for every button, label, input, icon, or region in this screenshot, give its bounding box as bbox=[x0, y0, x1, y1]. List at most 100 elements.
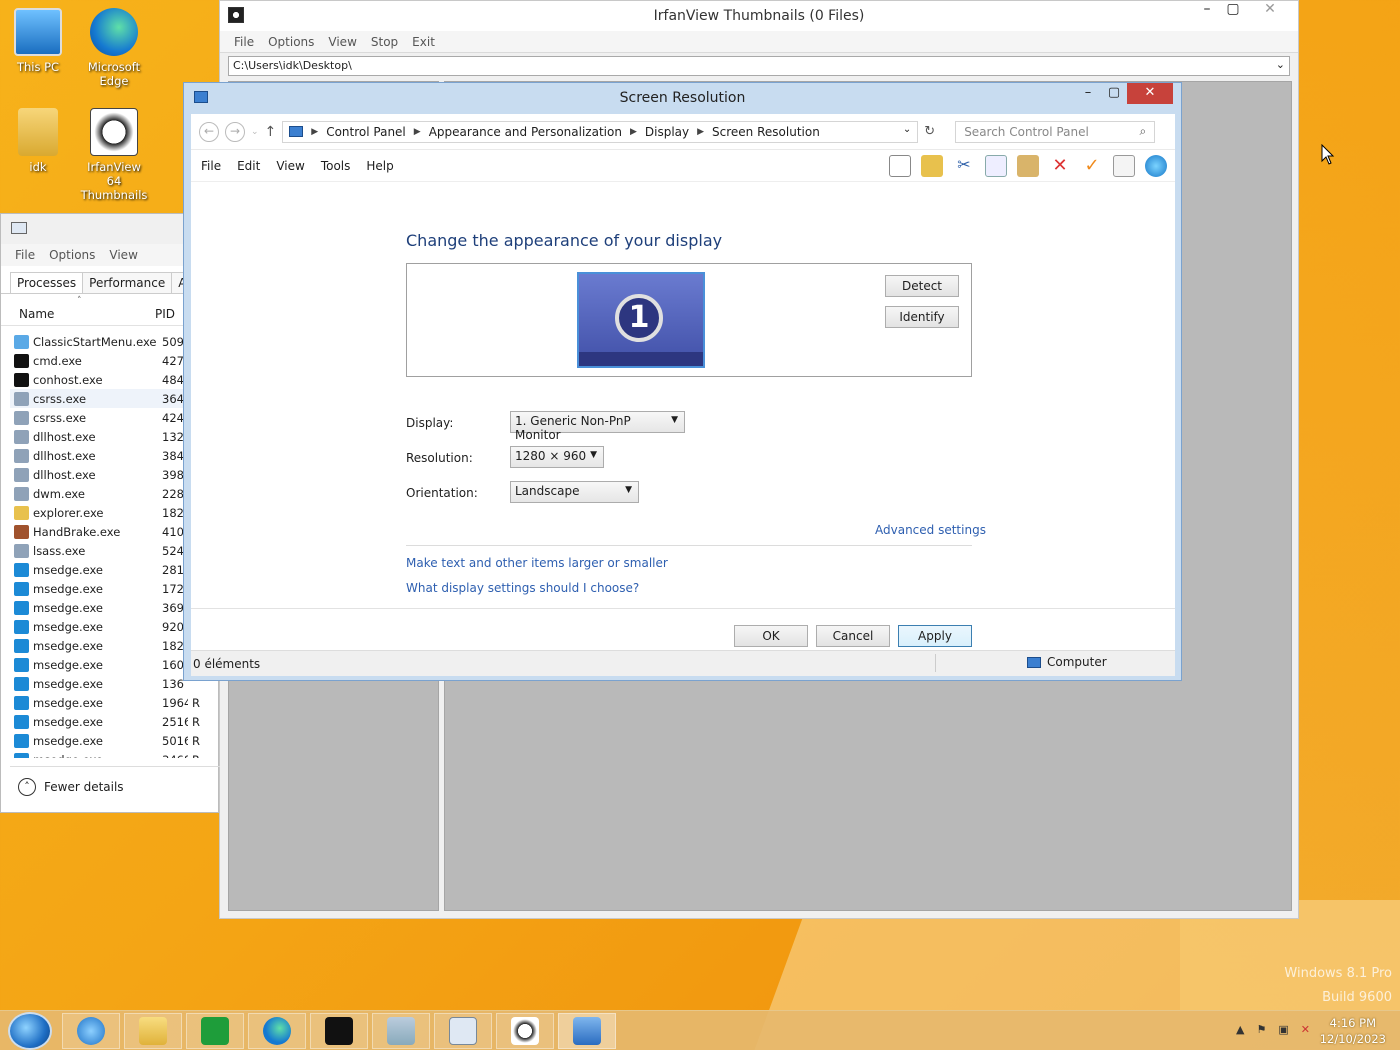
divider bbox=[406, 545, 972, 546]
path-combobox[interactable]: C:\Users\idk\Desktop\ ⌄ bbox=[228, 56, 1290, 76]
table-row[interactable]: msedge.exe 2516 R bbox=[10, 712, 220, 731]
watermark-build: Build 9600 bbox=[1322, 990, 1392, 1005]
text-size-link[interactable]: Make text and other items larger or smal… bbox=[406, 556, 668, 570]
display-settings-content: Change the appearance of your display 1 … bbox=[191, 183, 1175, 608]
menu-view[interactable]: View bbox=[328, 35, 356, 49]
menu-stop[interactable]: Stop bbox=[371, 35, 398, 49]
refresh-icon[interactable]: ↻ bbox=[924, 124, 935, 139]
menu-options[interactable]: Options bbox=[49, 248, 95, 262]
menu-help[interactable]: Help bbox=[366, 159, 393, 173]
desktop-icon-irfanview[interactable]: IrfanView 64 Thumbnails bbox=[78, 108, 150, 202]
process-name: explorer.exe bbox=[33, 505, 104, 520]
menu-view[interactable]: View bbox=[109, 248, 137, 262]
close-button[interactable]: ✕ bbox=[1250, 1, 1290, 25]
menu-view[interactable]: View bbox=[276, 159, 304, 173]
taskbar-edge[interactable] bbox=[248, 1013, 306, 1049]
breadcrumb-screen-resolution[interactable]: Screen Resolution bbox=[712, 125, 820, 139]
column-pid[interactable]: PID bbox=[155, 307, 175, 321]
tab-performance[interactable]: Performance bbox=[82, 272, 173, 293]
desktop-icon-idk[interactable]: idk bbox=[2, 108, 74, 174]
orientation-select[interactable]: Landscape ▼ bbox=[510, 481, 639, 503]
menu-exit[interactable]: Exit bbox=[412, 35, 435, 49]
search-icon[interactable]: ⌕ bbox=[1139, 124, 1146, 139]
taskbar-cmd[interactable] bbox=[310, 1013, 368, 1049]
screen-resolution-title-bar[interactable]: Screen Resolution – ▢ ✕ bbox=[184, 83, 1181, 113]
desktop-icon-edge[interactable]: Microsoft Edge bbox=[78, 8, 150, 88]
process-icon bbox=[14, 353, 29, 368]
control-panel-icon bbox=[194, 91, 208, 103]
chevron-down-icon[interactable]: ⌄ bbox=[903, 124, 911, 135]
menu-tools[interactable]: Tools bbox=[321, 159, 351, 173]
menu-options[interactable]: Options bbox=[268, 35, 314, 49]
display-help-link[interactable]: What display settings should I choose? bbox=[406, 581, 639, 595]
screen-resolution-window[interactable]: Screen Resolution – ▢ ✕ ← → ⌄ ↑ ▶ Contro… bbox=[183, 82, 1182, 681]
process-status: R bbox=[192, 714, 200, 729]
desktop-icon-this-pc[interactable]: This PC bbox=[2, 8, 74, 74]
search-input[interactable]: Search Control Panel ⌕ bbox=[955, 120, 1156, 143]
irfanview-title-bar[interactable]: IrfanView Thumbnails (0 Files) – ▢ ✕ bbox=[220, 1, 1298, 31]
close-button[interactable]: ✕ bbox=[1127, 83, 1173, 104]
maximize-button[interactable]: ▢ bbox=[1101, 85, 1127, 100]
globe-icon[interactable] bbox=[1145, 155, 1167, 177]
delete-icon[interactable]: ✕ bbox=[1049, 155, 1071, 177]
up-arrow-icon[interactable]: ↑ bbox=[265, 124, 277, 140]
preview-pane-icon[interactable] bbox=[889, 155, 911, 177]
chevron-down-icon[interactable]: ⌄ bbox=[1276, 58, 1285, 71]
checkmark-icon[interactable]: ✓ bbox=[1081, 155, 1103, 177]
advanced-settings-link[interactable]: Advanced settings bbox=[875, 523, 986, 537]
taskbar-ie[interactable] bbox=[62, 1013, 120, 1049]
monitor-1-thumbnail[interactable]: 1 bbox=[577, 272, 705, 368]
apply-button[interactable]: Apply bbox=[898, 625, 972, 647]
minimize-button[interactable]: – bbox=[1075, 85, 1101, 100]
resolution-select[interactable]: 1280 × 960 ▼ bbox=[510, 446, 604, 468]
detect-button[interactable]: Detect bbox=[885, 275, 959, 297]
fewer-details-button[interactable]: ˄ Fewer details bbox=[10, 766, 220, 806]
recent-pages-icon[interactable]: ⌄ bbox=[251, 127, 259, 137]
flag-icon[interactable]: ⚑ bbox=[1257, 1023, 1267, 1036]
table-row[interactable]: msedge.exe 5016 R bbox=[10, 731, 220, 750]
tab-processes[interactable]: Processes bbox=[10, 272, 84, 293]
start-button[interactable] bbox=[8, 1012, 52, 1050]
taskbar-explorer[interactable] bbox=[124, 1013, 182, 1049]
copy-icon[interactable] bbox=[985, 155, 1007, 177]
taskbar-control-panel[interactable] bbox=[558, 1013, 616, 1049]
rename-icon[interactable] bbox=[1113, 155, 1135, 177]
monitor-number: 1 bbox=[615, 294, 663, 342]
taskbar-store[interactable] bbox=[186, 1013, 244, 1049]
identify-button[interactable]: Identify bbox=[885, 306, 959, 328]
menu-file[interactable]: File bbox=[234, 35, 254, 49]
orientation-value: Landscape bbox=[515, 484, 580, 498]
folder-properties-icon[interactable] bbox=[921, 155, 943, 177]
address-bar[interactable]: ▶ Control Panel ▶ Appearance and Persona… bbox=[282, 120, 919, 143]
screen-resolution-menu-bar: File Edit View Tools Help ✂ ✕ ✓ bbox=[191, 150, 1175, 182]
edge-icon bbox=[263, 1017, 291, 1045]
maximize-button[interactable]: ▢ bbox=[1218, 1, 1248, 25]
breadcrumb-display[interactable]: Display bbox=[645, 125, 689, 139]
breadcrumb-control-panel[interactable]: Control Panel bbox=[326, 125, 406, 139]
ok-button[interactable]: OK bbox=[734, 625, 808, 647]
cut-icon[interactable]: ✂ bbox=[953, 155, 975, 177]
table-row[interactable]: msedge.exe3468R bbox=[10, 750, 220, 758]
cancel-button[interactable]: Cancel bbox=[816, 625, 890, 647]
show-hidden-icons-icon[interactable]: ▲ bbox=[1236, 1023, 1244, 1036]
volume-muted-icon[interactable]: ✕ bbox=[1301, 1023, 1310, 1036]
paste-icon[interactable] bbox=[1017, 155, 1039, 177]
taskbar-irfanview[interactable] bbox=[496, 1013, 554, 1049]
desktop-icon-label: idk bbox=[29, 160, 47, 174]
taskbar-task-manager[interactable] bbox=[434, 1013, 492, 1049]
back-button[interactable]: ← bbox=[199, 121, 219, 142]
table-row[interactable]: msedge.exe 1964 R bbox=[10, 693, 220, 712]
forward-button[interactable]: → bbox=[225, 121, 245, 142]
menu-edit[interactable]: Edit bbox=[237, 159, 260, 173]
column-name[interactable]: Name bbox=[19, 307, 155, 321]
display-select[interactable]: 1. Generic Non-PnP Monitor ▼ bbox=[510, 411, 685, 442]
display-value: 1. Generic Non-PnP Monitor bbox=[515, 414, 631, 442]
network-icon[interactable]: ▣ bbox=[1278, 1023, 1288, 1036]
breadcrumb-appearance[interactable]: Appearance and Personalization bbox=[429, 125, 622, 139]
process-icon bbox=[14, 410, 29, 425]
computer-icon bbox=[14, 8, 62, 56]
clock[interactable]: 4:16 PM 12/10/2023 bbox=[1320, 1015, 1386, 1047]
menu-file[interactable]: File bbox=[201, 159, 221, 173]
menu-file[interactable]: File bbox=[15, 248, 35, 262]
taskbar-handbrake[interactable] bbox=[372, 1013, 430, 1049]
